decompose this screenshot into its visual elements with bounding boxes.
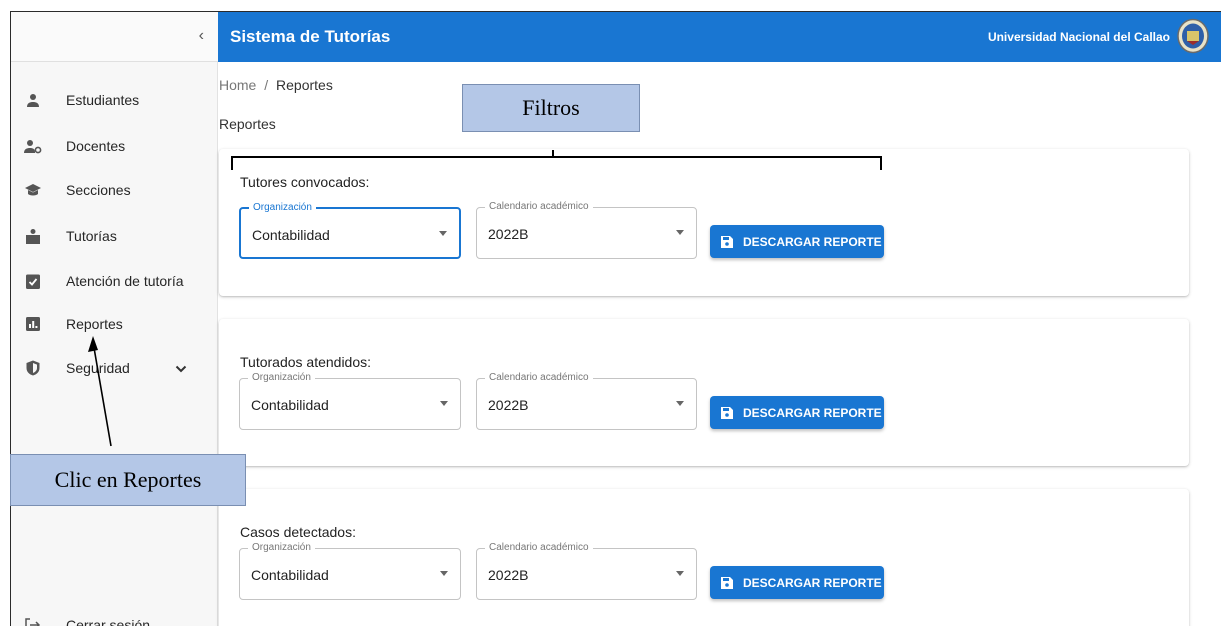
card-title: Tutorados atendidos: bbox=[240, 354, 372, 370]
download-report-button[interactable]: DESCARGAR REPORTE bbox=[710, 225, 884, 258]
teacher-icon bbox=[23, 226, 43, 246]
chevron-left-icon[interactable]: ‹ bbox=[199, 27, 204, 45]
field-legend: Calendario académico bbox=[485, 371, 593, 385]
field-legend: Calendario académico bbox=[485, 541, 593, 555]
app-title: Sistema de Tutorías bbox=[230, 27, 391, 46]
save-icon bbox=[721, 406, 733, 419]
logout-icon bbox=[23, 615, 43, 626]
sidebar-logout[interactable]: Cerrar sesión bbox=[11, 603, 217, 626]
university-name: Universidad Nacional del Callao bbox=[987, 30, 1170, 44]
organization-select[interactable]: Organización Contabilidad bbox=[239, 201, 461, 259]
field-legend: Calendario académico bbox=[485, 200, 593, 214]
bar-chart-icon bbox=[23, 314, 43, 334]
sidebar-item-atencion-de-tutoria[interactable]: Atención de tutoría bbox=[11, 259, 217, 303]
sidebar: ‹ Estudiantes Docentes Secciones Tutoría bbox=[11, 12, 218, 626]
field-value: 2022B bbox=[488, 226, 529, 242]
report-card-tutorados-atendidos: Tutorados atendidos: Organización Contab… bbox=[219, 319, 1189, 466]
sidebar-item-secciones[interactable]: Secciones bbox=[11, 168, 217, 212]
report-card-casos-detectados: Casos detectados: Organización Contabili… bbox=[219, 489, 1189, 626]
save-icon bbox=[721, 235, 733, 248]
card-title: Casos detectados: bbox=[240, 524, 356, 540]
sidebar-header: ‹ bbox=[11, 12, 218, 62]
field-legend: Organización bbox=[248, 541, 315, 555]
download-report-button[interactable]: DESCARGAR REPORTE bbox=[710, 396, 884, 429]
sidebar-item-label: Docentes bbox=[66, 138, 126, 154]
dropdown-arrow-icon bbox=[440, 571, 448, 576]
academic-calendar-select[interactable]: Calendario académico 2022B bbox=[476, 371, 697, 430]
university-seal-icon bbox=[1176, 18, 1210, 54]
sidebar-item-label: Secciones bbox=[66, 182, 131, 198]
button-label: DESCARGAR REPORTE bbox=[743, 405, 882, 420]
field-value: Contabilidad bbox=[251, 567, 329, 583]
chevron-down-icon[interactable] bbox=[175, 361, 187, 376]
person-gear-icon bbox=[23, 136, 43, 156]
sidebar-item-label: Tutorías bbox=[66, 228, 117, 244]
academic-calendar-select[interactable]: Calendario académico 2022B bbox=[476, 541, 697, 600]
sidebar-item-reportes[interactable]: Reportes bbox=[11, 302, 217, 346]
graduation-cap-icon bbox=[23, 180, 43, 200]
filters-annotation: Filtros bbox=[462, 84, 640, 132]
sidebar-item-label: Seguridad bbox=[66, 360, 130, 376]
field-legend: Organización bbox=[249, 201, 316, 215]
sidebar-logout-label: Cerrar sesión bbox=[66, 617, 151, 626]
field-value: Contabilidad bbox=[252, 227, 330, 243]
field-value: 2022B bbox=[488, 397, 529, 413]
organization-select[interactable]: Organización Contabilidad bbox=[239, 541, 461, 600]
download-report-button[interactable]: DESCARGAR REPORTE bbox=[710, 566, 884, 599]
field-value: Contabilidad bbox=[251, 397, 329, 413]
button-label: DESCARGAR REPORTE bbox=[743, 234, 882, 249]
field-legend: Organización bbox=[248, 371, 315, 385]
clipboard-check-icon bbox=[23, 271, 43, 291]
card-title: Tutores convocados: bbox=[240, 174, 370, 190]
save-icon bbox=[721, 576, 733, 589]
breadcrumb: Home / Reportes bbox=[219, 77, 333, 93]
organization-select[interactable]: Organización Contabilidad bbox=[239, 371, 461, 430]
page-title: Reportes bbox=[219, 116, 276, 132]
dropdown-arrow-icon bbox=[676, 401, 684, 406]
sidebar-item-label: Atención de tutoría bbox=[66, 273, 184, 289]
shield-icon bbox=[23, 358, 43, 378]
sidebar-item-estudiantes[interactable]: Estudiantes bbox=[11, 78, 217, 122]
breadcrumb-separator: / bbox=[264, 77, 269, 93]
dropdown-arrow-icon bbox=[676, 571, 684, 576]
click-reports-annotation: Clic en Reportes bbox=[10, 454, 246, 506]
field-value: 2022B bbox=[488, 567, 529, 583]
sidebar-item-docentes[interactable]: Docentes bbox=[11, 124, 217, 168]
sidebar-item-seguridad[interactable]: Seguridad bbox=[11, 346, 217, 390]
top-app-bar: Sistema de Tutorías Universidad Nacional… bbox=[218, 12, 1221, 62]
breadcrumb-home[interactable]: Home bbox=[219, 77, 256, 93]
sidebar-item-tutorias[interactable]: Tutorías bbox=[11, 214, 217, 258]
academic-calendar-select[interactable]: Calendario académico 2022B bbox=[476, 200, 697, 259]
button-label: DESCARGAR REPORTE bbox=[743, 575, 882, 590]
person-icon bbox=[23, 90, 43, 110]
dropdown-arrow-icon bbox=[439, 231, 447, 236]
sidebar-item-label: Reportes bbox=[66, 316, 123, 332]
sidebar-item-label: Estudiantes bbox=[66, 92, 140, 108]
report-card-tutores-convocados: Tutores convocados: Organización Contabi… bbox=[219, 149, 1189, 296]
dropdown-arrow-icon bbox=[676, 230, 684, 235]
breadcrumb-current: Reportes bbox=[276, 77, 333, 93]
dropdown-arrow-icon bbox=[440, 401, 448, 406]
